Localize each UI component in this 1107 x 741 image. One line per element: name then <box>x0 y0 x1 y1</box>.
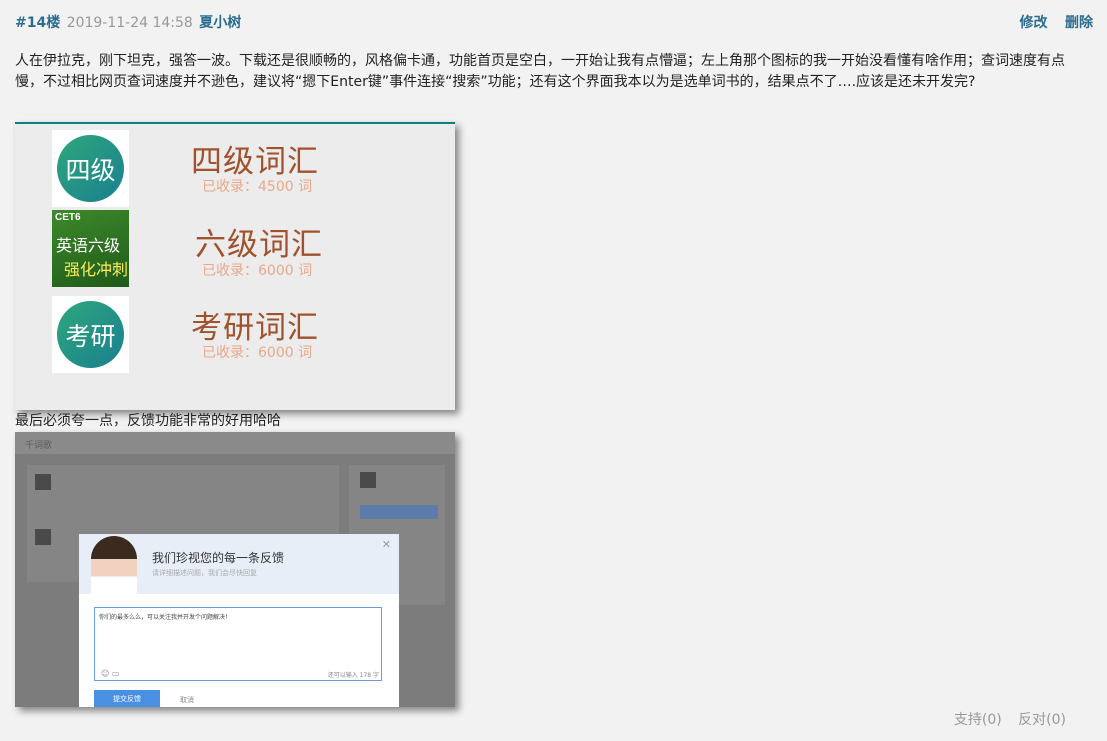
kaoyan-cover: 考研 <box>52 296 129 373</box>
background-button <box>360 505 438 519</box>
support-button[interactable]: 支持(0) <box>954 712 1002 728</box>
dialog-header: 我们珍视您的每一条反馈 请详细描述问题，我们会尽快回复 ✕ <box>79 534 399 594</box>
background-card <box>27 465 339 525</box>
wordbook-count: 已收录：4500 词 <box>202 179 313 195</box>
vote-bar: 支持(0) 反对(0) <box>942 709 1066 729</box>
app-topbar: 千词歌 <box>15 432 455 454</box>
floor-number: #14楼 <box>15 15 61 31</box>
wordbook-count: 已收录：6000 词 <box>202 263 313 279</box>
char-limit: 还可以输入 178 字 <box>327 672 379 679</box>
emoji-icon[interactable]: ☺ ▭ <box>101 669 119 678</box>
edit-link[interactable]: 修改 <box>1020 15 1048 31</box>
delete-link[interactable]: 删除 <box>1065 15 1093 31</box>
background-avatar <box>35 474 51 490</box>
submit-feedback-button[interactable]: 提交反馈 <box>94 690 160 707</box>
post-body: 人在伊拉克，刚下坦克，强答一波。下载还是很顺畅的，风格偏卡通，功能首页是空白，一… <box>15 53 1065 90</box>
wordbook-title: 四级词汇 <box>191 144 319 180</box>
post-actions: 修改 删除 <box>1007 12 1093 32</box>
cet4-cover: 四级 <box>52 130 129 207</box>
cet6-line1: 英语六级 <box>56 236 121 255</box>
cet4-badge: 四级 <box>57 135 124 202</box>
cancel-button[interactable]: 取消 <box>180 695 194 705</box>
post-header: #14楼 2019-11-24 14:58 夏小树 修改 删除 <box>15 12 1093 34</box>
background-avatar <box>35 529 51 545</box>
wordbook-title: 六级词汇 <box>195 227 323 263</box>
dialog-subtitle: 请详细描述问题，我们会尽快回复 <box>152 569 257 577</box>
oppose-button[interactable]: 反对(0) <box>1018 712 1066 728</box>
wordbook-screenshot: 四级 四级词汇 已收录：4500 词 CET6 英语六级 强化冲刺 六级词汇 已… <box>15 122 455 410</box>
background-avatar <box>360 472 376 488</box>
support-avatar <box>91 536 137 594</box>
post-date: 2019-11-24 14:58 <box>66 15 193 31</box>
dialog-title: 我们珍视您的每一条反馈 <box>152 551 285 565</box>
cet6-tag: CET6 <box>55 212 81 223</box>
cet6-line2: 强化冲刺 <box>64 260 129 279</box>
cet6-cover: CET6 英语六级 强化冲刺 <box>52 210 129 287</box>
feedback-screenshot: 千词歌 我们珍视您的每一条反馈 请详细描述问题，我们会尽快回复 ✕ 你们的最多么… <box>15 432 455 707</box>
wordbook-count: 已收录：6000 词 <box>202 345 313 361</box>
feedback-dialog: 我们珍视您的每一条反馈 请详细描述问题，我们会尽快回复 ✕ 你们的最多么么，可以… <box>79 534 399 707</box>
app-name: 千词歌 <box>25 441 53 451</box>
wordbook-title: 考研词汇 <box>191 310 319 346</box>
close-icon[interactable]: ✕ <box>382 538 391 551</box>
kaoyan-badge: 考研 <box>57 301 124 368</box>
author-link[interactable]: 夏小树 <box>199 15 241 31</box>
image-caption: 最后必须夸一点，反馈功能非常的好用哈哈 <box>15 413 281 429</box>
